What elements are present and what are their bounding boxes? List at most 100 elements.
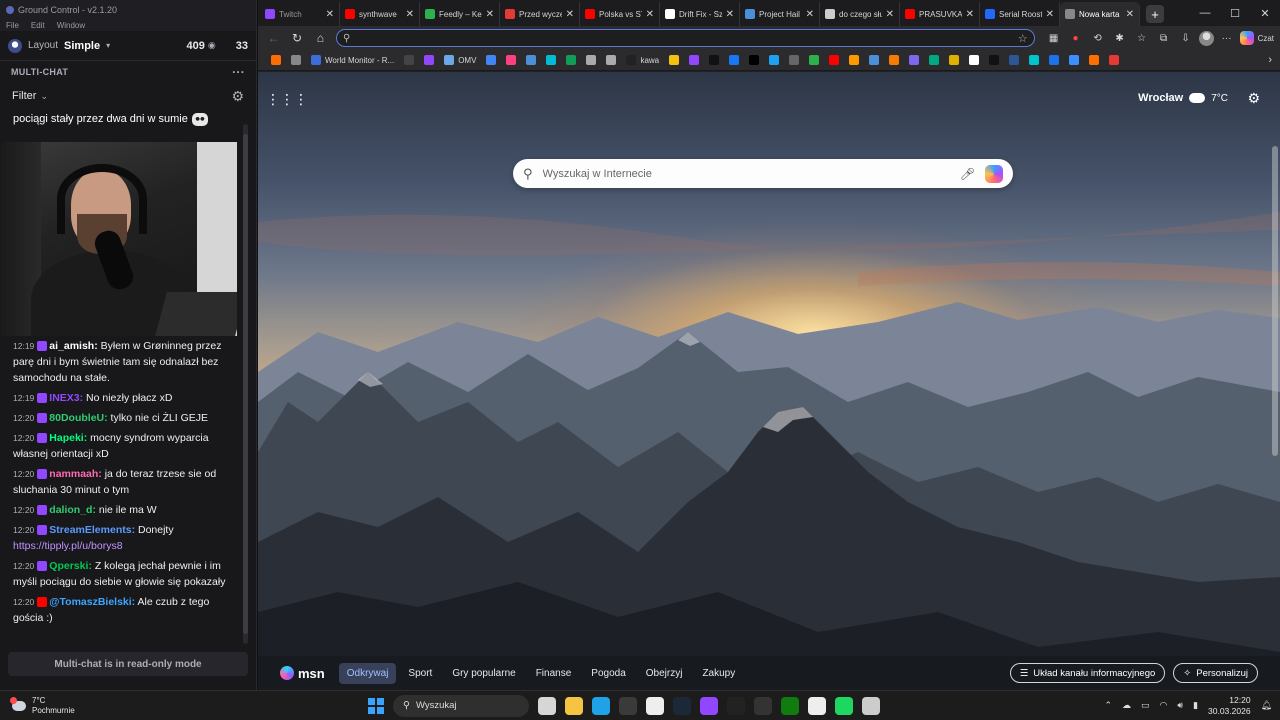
tab-close-icon[interactable]: ✕ <box>406 9 414 20</box>
browser-tab[interactable]: Twitch ✕ <box>260 2 340 26</box>
bookmark-item[interactable] <box>884 50 904 71</box>
chat-username[interactable]: Qperski: <box>49 560 92 572</box>
tab-close-icon[interactable]: ✕ <box>326 9 334 20</box>
xbox-icon[interactable] <box>781 696 799 715</box>
favorites-icon[interactable]: ☆ <box>1133 29 1151 47</box>
web-search-box[interactable]: ⚲ 🎤︎ <box>513 159 1013 188</box>
start-windows-icon[interactable] <box>368 697 384 714</box>
msn-tab[interactable]: Odkrywaj <box>338 662 397 684</box>
browser-tab[interactable]: synthwave ✕ <box>340 2 420 26</box>
bookmark-item[interactable] <box>521 50 541 71</box>
close-icon[interactable]: ✕ <box>1250 0 1280 26</box>
tab-close-icon[interactable]: ✕ <box>566 9 574 20</box>
collections-icon[interactable]: ⧉ <box>1155 29 1173 47</box>
wifi-icon[interactable]: ◠ <box>1160 700 1168 711</box>
bookmark-item[interactable] <box>664 50 684 71</box>
bookmark-item[interactable] <box>601 50 621 71</box>
bookmark-item[interactable] <box>684 50 704 71</box>
copilot-icon[interactable] <box>985 164 1003 183</box>
twitch-icon[interactable] <box>700 696 718 715</box>
address-bar[interactable]: ⚲ ☆ <box>336 29 1035 47</box>
bookmark-item[interactable] <box>541 50 561 71</box>
maps-icon[interactable] <box>727 696 745 715</box>
bookmark-item[interactable] <box>561 50 581 71</box>
menu-window[interactable]: Window <box>57 21 85 30</box>
personalize-button[interactable]: ✧ Personalizuj <box>1173 663 1258 683</box>
filter-button[interactable]: Filter <box>12 90 36 102</box>
browser-tab[interactable]: Przed wyczek ✕ <box>500 2 580 26</box>
battery-icon[interactable]: ▮ <box>1193 700 1198 711</box>
file-explorer-icon[interactable] <box>565 696 583 715</box>
bookmark-item[interactable] <box>1044 50 1064 71</box>
web-search-input[interactable] <box>542 167 950 180</box>
more-options-icon[interactable]: ··· <box>232 65 245 79</box>
steam-icon[interactable] <box>673 696 691 715</box>
bookmark-item[interactable] <box>704 50 724 71</box>
chat-username[interactable]: ai_amish: <box>49 340 97 352</box>
browser-tab[interactable]: Nowa karta ✕ <box>1060 2 1140 26</box>
chevron-up-icon[interactable]: ⌃ <box>1104 700 1112 711</box>
bookmark-item[interactable] <box>481 50 501 71</box>
browser-tab[interactable]: Polska vs STF ✕ <box>580 2 660 26</box>
taskbar-clock[interactable]: 12:20 30.03.2026 <box>1208 695 1251 717</box>
bookmark-item[interactable]: World Monitor - R... <box>306 50 399 71</box>
notifications-bell-icon[interactable]: 🔔︎ <box>1261 700 1272 711</box>
bookmark-item[interactable] <box>804 50 824 71</box>
browser-tab[interactable]: Feedly – Keep ✕ <box>420 2 500 26</box>
obs-icon[interactable] <box>619 696 637 715</box>
msn-tab[interactable]: Finanse <box>528 663 580 684</box>
msn-tab[interactable]: Sport <box>400 663 440 684</box>
onedrive-cloud-icon[interactable]: ☁ <box>1122 700 1131 711</box>
chat-username[interactable]: StreamElements: <box>49 524 135 536</box>
messenger-icon[interactable] <box>808 696 826 715</box>
bookmark-item[interactable] <box>286 50 306 71</box>
bookmark-item[interactable] <box>764 50 784 71</box>
tab-close-icon[interactable]: ✕ <box>1126 9 1134 20</box>
layout-select[interactable]: Simple <box>64 40 100 52</box>
page-scrollbar[interactable] <box>1272 146 1278 456</box>
task-view-icon[interactable] <box>538 696 556 715</box>
bookmark-item[interactable] <box>419 50 439 71</box>
browser-tab[interactable]: do czego służ ✕ <box>820 2 900 26</box>
back-icon[interactable]: ← <box>264 28 283 48</box>
extension-icon[interactable]: ⟲ <box>1089 29 1107 47</box>
minimize-icon[interactable]: — <box>1190 0 1220 26</box>
terminal-icon[interactable] <box>754 696 772 715</box>
browser-tab[interactable]: Serial Rooste ✕ <box>980 2 1060 26</box>
tab-close-icon[interactable]: ✕ <box>1046 9 1054 20</box>
menu-edit[interactable]: Edit <box>31 21 45 30</box>
feed-layout-button[interactable]: ☰ Układ kanału informacyjnego <box>1009 663 1166 683</box>
taskbar-weather[interactable]: 7°C Pochmurnie <box>0 696 200 716</box>
microphone-icon[interactable]: 🎤︎ <box>960 167 975 181</box>
bookmark-item[interactable] <box>964 50 984 71</box>
display-icon[interactable]: ▭ <box>1141 700 1150 711</box>
bookmark-item[interactable] <box>1004 50 1024 71</box>
chevron-down-icon[interactable]: ▾ <box>106 41 110 50</box>
msn-tab[interactable]: Pogoda <box>583 663 633 684</box>
copilot-icon[interactable] <box>1239 31 1254 45</box>
browser-tab[interactable]: Project Hail M ✕ <box>740 2 820 26</box>
bookmark-item[interactable]: kawa <box>621 50 664 71</box>
chevron-right-icon[interactable]: › <box>1268 54 1272 66</box>
bookmark-item[interactable]: OMV <box>439 50 481 71</box>
page-settings-gear-icon[interactable]: ⚙ <box>1247 90 1260 107</box>
browser-tab[interactable]: PRASUVKA - ✕ <box>900 2 980 26</box>
download-icon[interactable]: ⇩ <box>1177 29 1195 47</box>
bookmark-item[interactable] <box>784 50 804 71</box>
browser-tab[interactable]: Drift Fix - Szu ✕ <box>660 2 740 26</box>
bookmark-item[interactable] <box>924 50 944 71</box>
chat-scrollbar[interactable] <box>243 124 248 644</box>
msn-tab[interactable]: Gry popularne <box>444 663 523 684</box>
new-tab-button[interactable]: + <box>1146 5 1164 23</box>
chat-username[interactable]: 80DoubleU: <box>49 412 107 424</box>
bookmark-item[interactable] <box>1084 50 1104 71</box>
tab-close-icon[interactable]: ✕ <box>726 9 734 20</box>
bookmark-item[interactable] <box>1104 50 1124 71</box>
tab-close-icon[interactable]: ✕ <box>966 9 974 20</box>
extensions-puzzle-icon[interactable]: ✱ <box>1111 29 1129 47</box>
chat-username[interactable]: INEX3: <box>49 392 83 404</box>
edge-icon[interactable] <box>592 696 610 715</box>
chat-username[interactable]: @TomaszBielski: <box>49 596 135 608</box>
bookmark-item[interactable] <box>984 50 1004 71</box>
chevron-down-icon[interactable]: ⌄ <box>40 91 48 102</box>
